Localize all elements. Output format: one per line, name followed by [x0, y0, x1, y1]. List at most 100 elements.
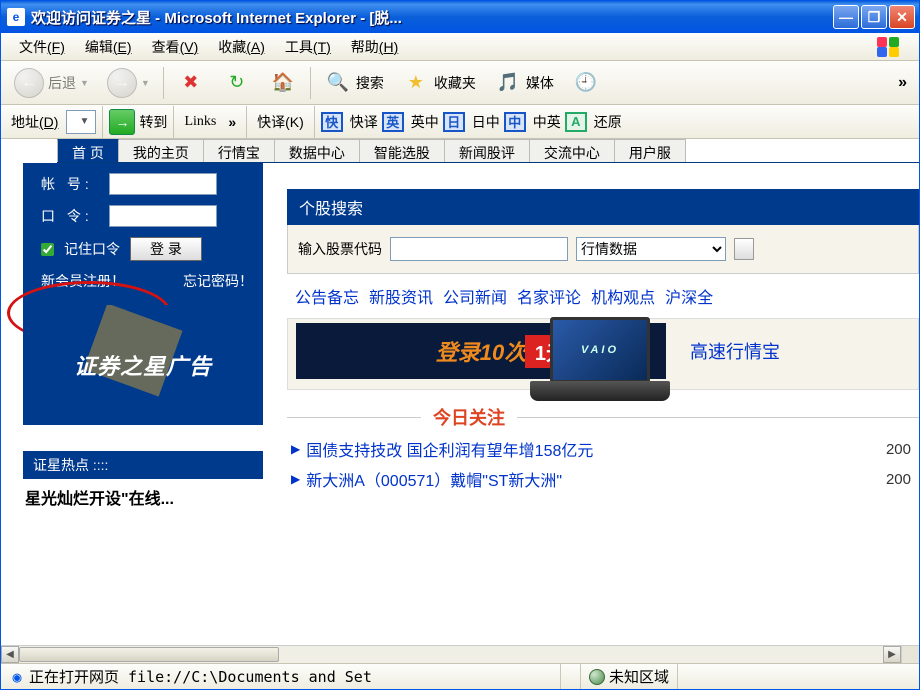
today-header: 今日关注: [421, 404, 517, 430]
translate-badge-4[interactable]: 中: [504, 112, 526, 132]
translate-badge-2[interactable]: 英: [382, 112, 404, 132]
search-submit-button[interactable]: [734, 238, 754, 260]
chevron-down-icon: ▼: [80, 78, 89, 88]
tab-home[interactable]: 首 页: [57, 139, 119, 162]
back-arrow-icon: ←: [14, 68, 44, 98]
stock-select[interactable]: 行情数据: [576, 237, 726, 261]
bullet-icon: ▶: [291, 472, 300, 486]
page-content: 首 页 我的主页 行情宝 数据中心 智能选股 新闻股评 交流中心 用户服 帐 号…: [1, 139, 919, 663]
stop-icon: ✖: [177, 69, 205, 97]
quick-link[interactable]: 新股资讯: [369, 284, 433, 308]
quick-link[interactable]: 机构观点: [591, 284, 655, 308]
scroll-thumb[interactable]: [19, 647, 279, 662]
menu-help[interactable]: 帮助(H): [341, 35, 408, 59]
menu-tools[interactable]: 工具(T): [275, 35, 341, 59]
scroll-right-arrow[interactable]: ▶: [883, 646, 901, 663]
password-input[interactable]: [109, 205, 217, 227]
news-year: 200: [886, 471, 919, 488]
favorites-button[interactable]: ★收藏夹: [395, 65, 483, 101]
news-year: 200: [886, 441, 919, 458]
translate-badge-3[interactable]: 日: [443, 112, 465, 132]
scroll-left-arrow[interactable]: ◀: [1, 646, 19, 663]
quick-links-row: 公告备忘 新股资讯 公司新闻 名家评论 机构观点 沪深全: [287, 274, 919, 318]
chevron-down-icon: ▼: [141, 78, 150, 88]
status-sep: [561, 664, 581, 689]
page-icon: ◉: [9, 669, 25, 685]
tab-news[interactable]: 新闻股评: [445, 139, 530, 162]
titlebar: e 欢迎访问证券之星 - Microsoft Internet Explorer…: [1, 1, 919, 33]
address-combo[interactable]: ▼: [66, 110, 96, 134]
quick-link[interactable]: 沪深全: [665, 284, 713, 308]
stock-search-row: 输入股票代码 行情数据: [287, 225, 919, 274]
login-button[interactable]: 登 录: [130, 237, 202, 261]
translate-badge-1[interactable]: 快: [321, 112, 343, 132]
search-button[interactable]: 🔍搜索: [317, 65, 391, 101]
search-icon: 🔍: [324, 69, 352, 97]
home-button[interactable]: 🏠: [262, 65, 304, 101]
media-button[interactable]: 🎵媒体: [487, 65, 561, 101]
forward-arrow-icon: →: [107, 68, 137, 98]
stock-search-header: 个股搜索: [287, 189, 919, 225]
menu-edit[interactable]: 编辑(E): [75, 35, 142, 59]
minimize-button[interactable]: —: [833, 5, 859, 29]
hotspot-panel: 证星热点 :::: 星光灿烂开设"在线...: [23, 451, 263, 515]
toolbar-overflow[interactable]: »: [898, 74, 913, 92]
hotspot-header: 证星热点 ::::: [23, 451, 263, 479]
horizontal-scrollbar[interactable]: ◀ ▶: [1, 645, 901, 663]
go-label: 转到: [139, 112, 167, 132]
history-icon: 🕘: [572, 69, 600, 97]
back-button[interactable]: ← 后退 ▼: [7, 65, 96, 101]
tab-datacenter[interactable]: 数据中心: [275, 139, 360, 162]
close-button[interactable]: ✕: [889, 5, 915, 29]
sidebar: 帐 号: 口 令: 记住口令 登 录 新会员注册！ 忘记密码！: [1, 163, 271, 663]
forward-button[interactable]: → ▼: [100, 65, 157, 101]
go-button[interactable]: →: [109, 109, 135, 135]
globe-icon: [589, 669, 605, 685]
sidebar-ad-banner[interactable]: 证券之星广告: [23, 305, 263, 425]
promo-link[interactable]: 高速行情宝: [690, 338, 780, 364]
menu-file[interactable]: 文件(F): [9, 35, 75, 59]
account-input[interactable]: [109, 173, 217, 195]
login-panel: 帐 号: 口 令: 记住口令 登 录 新会员注册！ 忘记密码！: [23, 163, 263, 305]
tab-quotes[interactable]: 行情宝: [204, 139, 275, 162]
addressbar: 地址(D) ▼ → 转到 Links » 快译(K) 快快译 英英中 日日中 中…: [1, 105, 919, 139]
tab-smartpick[interactable]: 智能选股: [360, 139, 445, 162]
quick-link[interactable]: 名家评论: [517, 284, 581, 308]
refresh-icon: ↻: [223, 69, 251, 97]
quick-link[interactable]: 公告备忘: [295, 284, 359, 308]
quick-link[interactable]: 公司新闻: [443, 284, 507, 308]
star-icon: ★: [402, 69, 430, 97]
promo-banner[interactable]: 登录10次 1元 VAIO: [296, 323, 666, 379]
scroll-corner: [901, 645, 919, 663]
maximize-button[interactable]: ❐: [861, 5, 887, 29]
history-button[interactable]: 🕘: [565, 65, 607, 101]
refresh-button[interactable]: ↻: [216, 65, 258, 101]
hotspot-item[interactable]: 星光灿烂开设"在线...: [23, 479, 263, 515]
promo-row: 登录10次 1元 VAIO 高速行情宝: [287, 318, 919, 390]
bullet-icon: ▶: [291, 442, 300, 456]
news-link[interactable]: 新大洲A（000571）戴帽"ST新大洲": [306, 467, 562, 491]
window-title: 欢迎访问证券之星 - Microsoft Internet Explorer -…: [31, 7, 829, 28]
stop-button[interactable]: ✖: [170, 65, 212, 101]
tab-community[interactable]: 交流中心: [530, 139, 615, 162]
translate-badge-5[interactable]: A: [565, 112, 587, 132]
site-nav-tabs: 首 页 我的主页 行情宝 数据中心 智能选股 新闻股评 交流中心 用户服: [57, 139, 919, 163]
tab-user[interactable]: 用户服: [615, 139, 686, 162]
news-link[interactable]: 国债支持技改 国企利润有望年增158亿元: [306, 437, 593, 461]
menu-view[interactable]: 查看(V): [142, 35, 209, 59]
password-label: 口 令:: [41, 206, 109, 226]
stock-search-label: 输入股票代码: [298, 239, 382, 259]
account-label: 帐 号:: [41, 174, 109, 194]
media-icon: 🎵: [494, 69, 522, 97]
links-overflow[interactable]: »: [224, 114, 240, 130]
register-link[interactable]: 新会员注册！: [41, 271, 125, 291]
windows-flag-icon: [873, 35, 911, 59]
stock-code-input[interactable]: [390, 237, 568, 261]
toolbar: ← 后退 ▼ → ▼ ✖ ↻ 🏠 🔍搜索 ★收藏夹 🎵媒体 🕘 »: [1, 61, 919, 105]
menu-favorites[interactable]: 收藏(A): [208, 35, 275, 59]
status-zone: 未知区域: [581, 664, 678, 689]
remember-checkbox[interactable]: [41, 243, 54, 256]
tab-myhome[interactable]: 我的主页: [119, 139, 204, 162]
forgot-password-link[interactable]: 忘记密码！: [183, 271, 253, 291]
address-label: 地址(D): [7, 112, 62, 132]
